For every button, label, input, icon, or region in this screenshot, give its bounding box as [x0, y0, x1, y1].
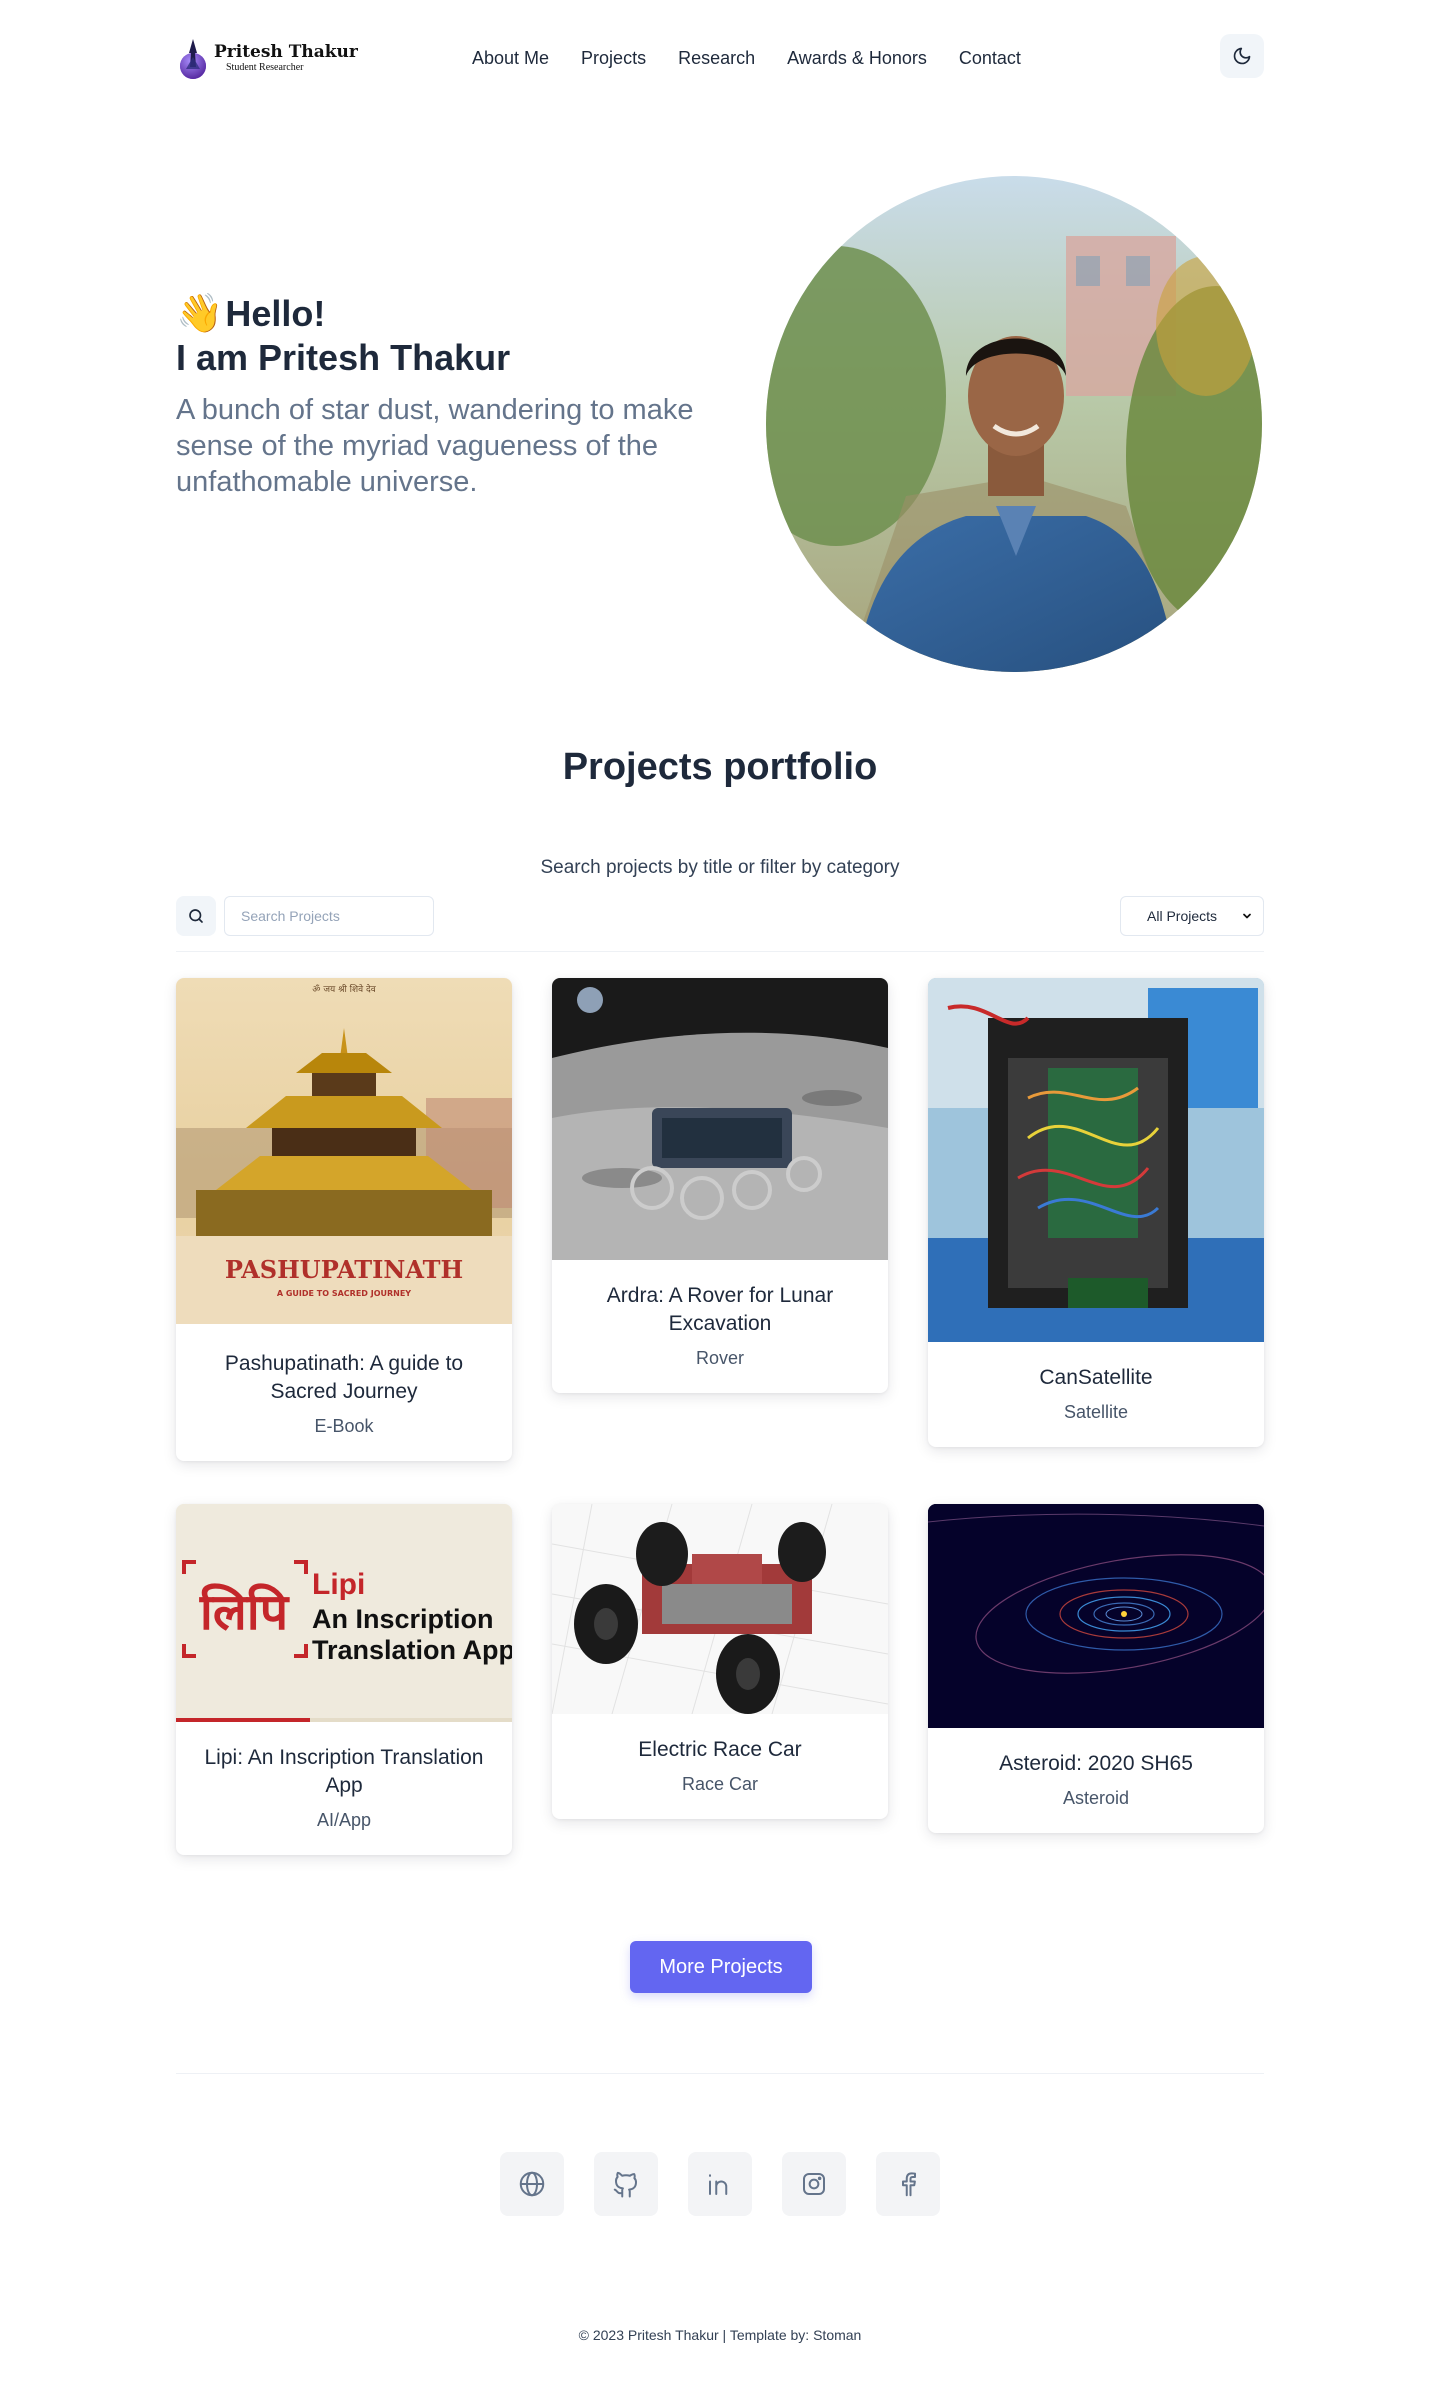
project-card-cansatellite[interactable]: CanSatellite Satellite: [928, 978, 1264, 1447]
nav-about-me[interactable]: About Me: [472, 48, 549, 69]
project-category: AI/App: [316, 1810, 372, 1830]
hero-name: I am Pritesh Thakur: [176, 337, 511, 378]
github-icon: [613, 2171, 637, 2198]
nav-research[interactable]: Research: [678, 48, 755, 69]
project-category: Race Car: [681, 1774, 759, 1794]
project-category-selected: All Projects: [1147, 908, 1218, 924]
nav-projects[interactable]: Projects: [581, 48, 646, 69]
project-category: Satellite: [1063, 1402, 1129, 1422]
lipi-logo-line1: An Inscription: [312, 1604, 494, 1634]
more-projects-button[interactable]: More Projects: [630, 1941, 812, 1993]
project-category: Asteroid: [1062, 1788, 1130, 1808]
logo-subtitle: Student Researcher: [226, 61, 304, 73]
lipi-logo-glyph: लिपि: [199, 1583, 290, 1641]
globe-icon: [519, 2171, 545, 2197]
logo-name: Pritesh Thakur: [214, 41, 358, 62]
profile-photo: [766, 176, 1262, 672]
wave-emoji: 👋: [176, 293, 224, 335]
theme-toggle-button[interactable]: [1220, 34, 1264, 78]
footer-copyright: © 2023 Pritesh Thakur | Template by:: [578, 2327, 814, 2343]
project-card-ardra[interactable]: Ardra: A Rover for Lunar Excavation Rove…: [552, 978, 888, 1393]
project-title: Lipi: An Inscription Translation App: [204, 1746, 484, 1797]
pashupatinath-cover-heading: PASHUPATINATH: [225, 1255, 463, 1284]
linkedin-link[interactable]: [688, 2152, 752, 2216]
nav-contact[interactable]: Contact: [959, 48, 1021, 69]
project-title: Pashupatinath: A guide to Sacred Journey: [224, 1352, 464, 1403]
hero-greeting-text: Hello!: [225, 293, 326, 334]
lipi-logo-word: Lipi: [312, 1568, 365, 1601]
projects-section-title: Projects portfolio: [562, 746, 878, 788]
search-projects-input[interactable]: [224, 896, 434, 936]
moon-icon: [1233, 47, 1251, 65]
site-logo[interactable]: Pritesh Thakur Student Researcher: [176, 33, 358, 83]
project-card-asteroid[interactable]: Asteroid: 2020 SH65 Asteroid: [928, 1504, 1264, 1833]
project-image-asteroid: [928, 1504, 1264, 1728]
nav-awards-honors[interactable]: Awards & Honors: [787, 48, 927, 69]
github-link[interactable]: [594, 2152, 658, 2216]
project-category: Rover: [695, 1348, 744, 1368]
project-title: Asteroid: 2020 SH65: [999, 1752, 1193, 1775]
site-header: Pritesh Thakur Student Researcher About …: [176, 28, 1264, 88]
instagram-icon: [803, 2173, 825, 2195]
website-link[interactable]: [500, 2152, 564, 2216]
pashupatinath-cover-top: ॐ जय श्री शिवे देव: [312, 983, 376, 995]
facebook-icon: [902, 2172, 916, 2197]
facebook-link[interactable]: [876, 2152, 940, 2216]
hero-intro: 👋 Hello! I am Pritesh Thakur A bunch of …: [176, 292, 736, 500]
main-nav: About Me Projects Research Awards & Hono…: [472, 28, 1021, 88]
project-title: CanSatellite: [1039, 1366, 1153, 1389]
hero-greeting: 👋 Hello!: [176, 292, 736, 336]
project-category: E-Book: [314, 1416, 374, 1436]
project-card-pashupatinath[interactable]: PASHUPATINATH A GUIDE TO SACRED JOURNEY …: [176, 978, 512, 1461]
projects-search-bar: All Projects: [176, 896, 1264, 952]
social-links: [500, 2152, 940, 2216]
linkedin-icon: [709, 2174, 728, 2195]
projects-search-hint: Search projects by title or filter by ca…: [540, 857, 900, 878]
lipi-logo-line2: Translation App: [312, 1635, 512, 1665]
instagram-link[interactable]: [782, 2152, 846, 2216]
project-card-race-car[interactable]: Electric Race Car Race Car: [552, 1504, 888, 1819]
project-category-select[interactable]: All Projects: [1120, 896, 1264, 936]
site-footer: © 2023 Pritesh Thakur | Template by: Sto…: [0, 2327, 1440, 2343]
project-title: Electric Race Car: [638, 1738, 802, 1761]
project-title: Ardra: A Rover for Lunar Excavation: [606, 1284, 834, 1335]
project-image-pashupatinath: PASHUPATINATH A GUIDE TO SACRED JOURNEY …: [176, 978, 512, 1324]
project-card-lipi[interactable]: लिपि Lipi An Inscription Translation App…: [176, 1504, 512, 1855]
search-button[interactable]: [176, 896, 216, 936]
project-image-race-car: [552, 1504, 888, 1714]
footer-template-link[interactable]: Stoman: [813, 2327, 861, 2343]
search-icon: [189, 909, 203, 923]
project-image-ardra: [552, 978, 888, 1260]
pashupatinath-cover-subtitle: A GUIDE TO SACRED JOURNEY: [277, 1289, 411, 1298]
hero-tagline: A bunch of star dust, wandering to make …: [176, 394, 694, 498]
project-image-lipi: लिपि Lipi An Inscription Translation App: [176, 1504, 512, 1722]
footer-divider: [176, 2073, 1264, 2074]
logo-emblem-icon: [176, 33, 210, 83]
chevron-down-icon: [1243, 913, 1251, 919]
project-image-cansatellite: [928, 978, 1264, 1342]
